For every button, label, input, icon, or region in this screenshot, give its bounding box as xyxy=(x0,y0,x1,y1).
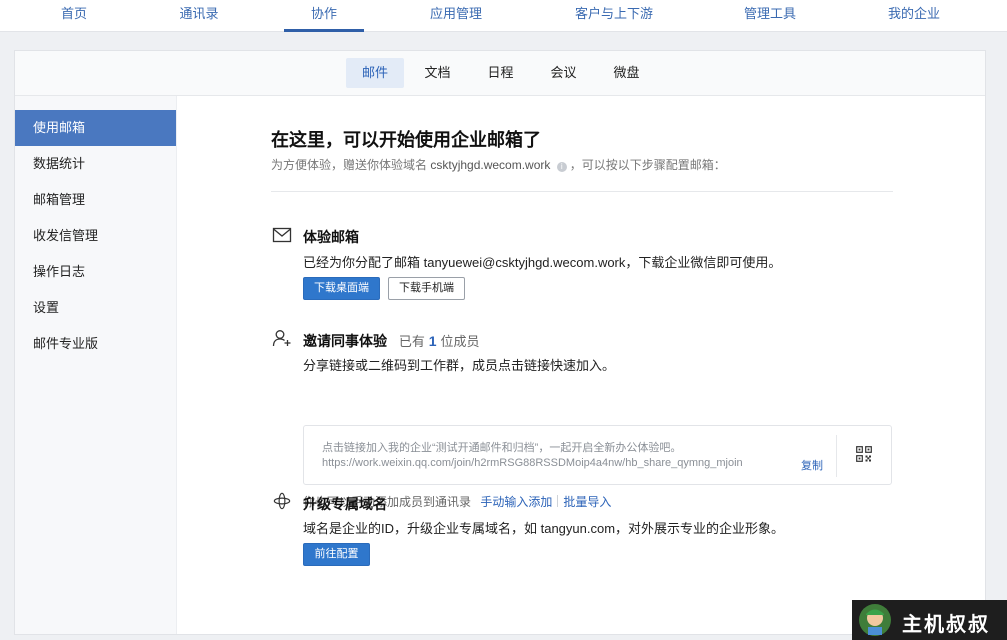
sub-tabs: 邮件 文档 日程 会议 微盘 xyxy=(15,51,985,96)
sidebar-item-settings[interactable]: 设置 xyxy=(15,290,176,326)
main-card: 邮件 文档 日程 会议 微盘 使用邮箱 数据统计 邮箱管理 收发信管理 操作日志… xyxy=(14,50,986,635)
page-subtitle: 为方便体验，赠送你体验域名 csktyjhgd.wecom.work i ，可以按… xyxy=(271,156,726,173)
share-divider xyxy=(836,435,837,477)
domain-icon xyxy=(273,492,291,510)
mascot-icon xyxy=(859,604,891,636)
page-title: 在这里，可以开始使用企业邮箱了 xyxy=(271,130,541,150)
nav-item-home[interactable]: 首页 xyxy=(52,0,96,32)
download-desktop-button[interactable]: 下载桌面端 xyxy=(303,277,380,300)
nav-item-my-enterprise[interactable]: 我的企业 xyxy=(878,0,950,32)
nav-item-customers[interactable]: 客户与上下游 xyxy=(566,0,662,32)
member-count-suffix: 位成员 xyxy=(440,334,480,349)
watermark-text: 主机叔叔 xyxy=(902,612,990,636)
tab-meeting[interactable]: 会议 xyxy=(541,58,586,88)
invite-section-header: 邀请同事体验 已有 1 位成员 xyxy=(303,331,480,351)
manual-add-link[interactable]: 手动输入添加 xyxy=(480,495,552,509)
invite-title: 邀请同事体验 xyxy=(303,333,387,349)
go-config-button[interactable]: 前往配置 xyxy=(303,543,370,566)
info-icon[interactable]: i xyxy=(556,162,567,172)
trial-mailbox-title: 体验邮箱 xyxy=(303,229,359,245)
sidebar-item-mailbox-management[interactable]: 邮箱管理 xyxy=(15,182,176,218)
sidebar-item-statistics[interactable]: 数据统计 xyxy=(15,146,176,182)
share-link-box: 点击链接加入我的企业“测试开通邮件和归档”，一起开启全新办公体验吧。 https… xyxy=(303,425,892,485)
copy-button[interactable]: 复制 xyxy=(801,457,823,473)
nav-item-collaboration[interactable]: 协作 xyxy=(284,0,364,32)
subtitle-suffix: ，可以按以下步骤配置邮箱： xyxy=(569,158,726,172)
share-text: 点击链接加入我的企业“测试开通邮件和归档”，一起开启全新办公体验吧。 xyxy=(322,442,682,454)
trial-domain: csktyjhgd.wecom.work xyxy=(430,158,551,172)
nav-item-app-management[interactable]: 应用管理 xyxy=(420,0,492,32)
invite-desc: 分享链接或二维码到工作群，成员点击链接快速加入。 xyxy=(303,358,616,373)
divider xyxy=(271,191,893,192)
sidebar-item-send-receive[interactable]: 收发信管理 xyxy=(15,218,176,254)
nav-item-contacts[interactable]: 通讯录 xyxy=(170,0,228,32)
tab-mail[interactable]: 邮件 xyxy=(346,58,404,88)
batch-import-link[interactable]: 批量导入 xyxy=(563,495,611,509)
tab-calendar[interactable]: 日程 xyxy=(478,58,523,88)
download-mobile-button[interactable]: 下载手机端 xyxy=(388,277,465,300)
watermark-logo: 主机叔叔 xyxy=(852,600,1007,640)
mail-icon xyxy=(272,227,292,243)
sidebar-item-use-mailbox[interactable]: 使用邮箱 xyxy=(15,110,176,146)
trial-mailbox-desc: 已经为你分配了邮箱 tanyuewei@csktyjhgd.wecom.work… xyxy=(303,255,782,270)
sidebar-item-pro-edition[interactable]: 邮件专业版 xyxy=(15,326,176,362)
share-url[interactable]: https://work.weixin.qq.com/join/h2rmRSG8… xyxy=(322,457,792,469)
member-count-prefix: 已有 xyxy=(398,334,425,349)
link-separator xyxy=(557,495,559,507)
top-navigation: 首页 通讯录 协作 应用管理 客户与上下游 管理工具 我的企业 xyxy=(0,0,1007,32)
nav-item-management-tools[interactable]: 管理工具 xyxy=(734,0,806,32)
sidebar-item-operation-log[interactable]: 操作日志 xyxy=(15,254,176,290)
qrcode-icon[interactable] xyxy=(856,446,872,462)
member-count: 1 xyxy=(428,333,437,349)
tab-drive[interactable]: 微盘 xyxy=(604,58,649,88)
add-user-icon xyxy=(272,330,291,347)
subtitle-prefix: 为方便体验，赠送你体验域名 xyxy=(271,158,428,172)
upgrade-domain-title: 升级专属域名 xyxy=(303,496,387,512)
sidebar: 使用邮箱 数据统计 邮箱管理 收发信管理 操作日志 设置 邮件专业版 xyxy=(15,96,177,634)
tab-docs[interactable]: 文档 xyxy=(415,58,460,88)
upgrade-domain-desc: 域名是企业的ID，升级企业专属域名，如 tangyun.com，对外展示专业的企… xyxy=(303,521,785,536)
